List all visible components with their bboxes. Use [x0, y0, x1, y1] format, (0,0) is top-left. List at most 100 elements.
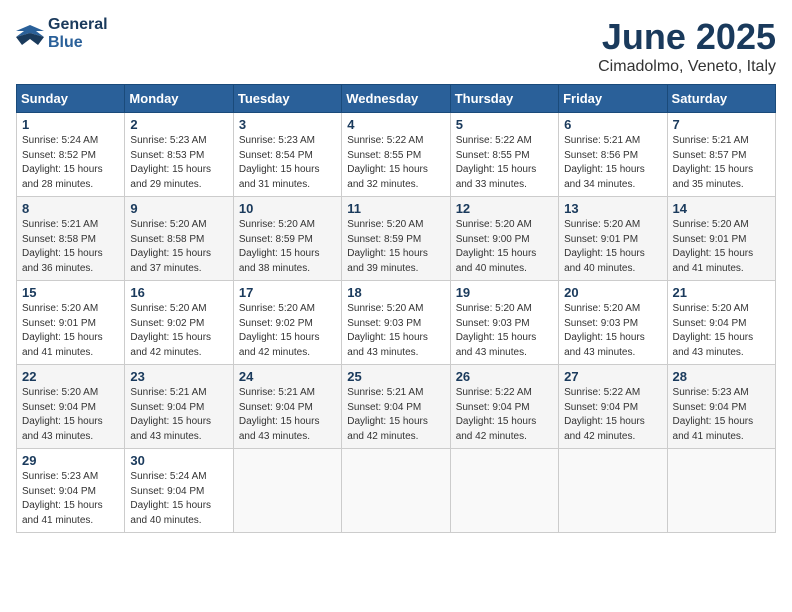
cell-info: Sunrise: 5:23 AMSunset: 9:04 PMDaylight:… [22, 470, 119, 528]
weekday-header-monday: Monday [125, 85, 233, 113]
sunrise-text: Sunrise: 5:22 AM [347, 135, 423, 146]
daylight-text2: and 41 minutes. [22, 515, 93, 526]
sunset-text: Sunset: 8:54 PM [239, 150, 313, 161]
cell-info: Sunrise: 5:21 AMSunset: 8:56 PMDaylight:… [564, 134, 661, 192]
daylight-text2: and 43 minutes. [22, 431, 93, 442]
daylight-text2: and 43 minutes. [130, 431, 201, 442]
day-number: 7 [673, 117, 770, 132]
calendar-header-row: SundayMondayTuesdayWednesdayThursdayFrid… [17, 85, 776, 113]
calendar-cell: 8Sunrise: 5:21 AMSunset: 8:58 PMDaylight… [17, 197, 125, 281]
daylight-text2: and 35 minutes. [673, 179, 744, 190]
daylight-text2: and 43 minutes. [564, 347, 635, 358]
day-number: 6 [564, 117, 661, 132]
calendar-cell: 18Sunrise: 5:20 AMSunset: 9:03 PMDayligh… [342, 281, 450, 365]
daylight-text2: and 31 minutes. [239, 179, 310, 190]
daylight-text: Daylight: 15 hours [239, 332, 320, 343]
sunset-text: Sunset: 9:01 PM [564, 234, 638, 245]
weekday-header-thursday: Thursday [450, 85, 558, 113]
logo-icon [16, 23, 44, 45]
cell-info: Sunrise: 5:20 AMSunset: 8:59 PMDaylight:… [347, 218, 444, 276]
sunrise-text: Sunrise: 5:22 AM [456, 387, 532, 398]
day-number: 9 [130, 201, 227, 216]
daylight-text: Daylight: 15 hours [673, 164, 754, 175]
page-header: General Blue June 2025 Cimadolmo, Veneto… [16, 16, 776, 76]
day-number: 22 [22, 369, 119, 384]
sunset-text: Sunset: 9:04 PM [22, 486, 96, 497]
daylight-text: Daylight: 15 hours [347, 248, 428, 259]
sunset-text: Sunset: 9:00 PM [456, 234, 530, 245]
daylight-text: Daylight: 15 hours [22, 248, 103, 259]
daylight-text2: and 36 minutes. [22, 263, 93, 274]
sunset-text: Sunset: 9:04 PM [130, 402, 204, 413]
sunset-text: Sunset: 8:58 PM [22, 234, 96, 245]
cell-info: Sunrise: 5:24 AMSunset: 8:52 PMDaylight:… [22, 134, 119, 192]
calendar-cell: 15Sunrise: 5:20 AMSunset: 9:01 PMDayligh… [17, 281, 125, 365]
day-number: 29 [22, 453, 119, 468]
daylight-text: Daylight: 15 hours [456, 332, 537, 343]
day-number: 19 [456, 285, 553, 300]
daylight-text2: and 42 minutes. [239, 347, 310, 358]
daylight-text: Daylight: 15 hours [130, 164, 211, 175]
sunset-text: Sunset: 8:59 PM [347, 234, 421, 245]
day-number: 2 [130, 117, 227, 132]
sunset-text: Sunset: 8:56 PM [564, 150, 638, 161]
day-number: 3 [239, 117, 336, 132]
calendar-cell [559, 449, 667, 533]
cell-info: Sunrise: 5:21 AMSunset: 9:04 PMDaylight:… [239, 386, 336, 444]
calendar-table: SundayMondayTuesdayWednesdayThursdayFrid… [16, 84, 776, 533]
day-number: 13 [564, 201, 661, 216]
cell-info: Sunrise: 5:22 AMSunset: 9:04 PMDaylight:… [456, 386, 553, 444]
sunset-text: Sunset: 9:04 PM [673, 402, 747, 413]
sunset-text: Sunset: 8:53 PM [130, 150, 204, 161]
calendar-cell: 23Sunrise: 5:21 AMSunset: 9:04 PMDayligh… [125, 365, 233, 449]
daylight-text: Daylight: 15 hours [22, 164, 103, 175]
calendar-cell: 22Sunrise: 5:20 AMSunset: 9:04 PMDayligh… [17, 365, 125, 449]
daylight-text2: and 33 minutes. [456, 179, 527, 190]
cell-info: Sunrise: 5:23 AMSunset: 8:54 PMDaylight:… [239, 134, 336, 192]
day-number: 17 [239, 285, 336, 300]
daylight-text2: and 39 minutes. [347, 263, 418, 274]
daylight-text2: and 37 minutes. [130, 263, 201, 274]
calendar-cell: 28Sunrise: 5:23 AMSunset: 9:04 PMDayligh… [667, 365, 775, 449]
calendar-cell: 14Sunrise: 5:20 AMSunset: 9:01 PMDayligh… [667, 197, 775, 281]
cell-info: Sunrise: 5:23 AMSunset: 9:04 PMDaylight:… [673, 386, 770, 444]
sunset-text: Sunset: 8:59 PM [239, 234, 313, 245]
daylight-text: Daylight: 15 hours [564, 248, 645, 259]
cell-info: Sunrise: 5:20 AMSunset: 9:00 PMDaylight:… [456, 218, 553, 276]
daylight-text2: and 38 minutes. [239, 263, 310, 274]
sunrise-text: Sunrise: 5:20 AM [239, 219, 315, 230]
daylight-text: Daylight: 15 hours [347, 332, 428, 343]
calendar-week-row: 1Sunrise: 5:24 AMSunset: 8:52 PMDaylight… [17, 113, 776, 197]
weekday-header-saturday: Saturday [667, 85, 775, 113]
daylight-text: Daylight: 15 hours [673, 332, 754, 343]
calendar-cell [342, 449, 450, 533]
title-block: June 2025 Cimadolmo, Veneto, Italy [598, 16, 776, 76]
sunrise-text: Sunrise: 5:20 AM [564, 303, 640, 314]
daylight-text2: and 41 minutes. [673, 263, 744, 274]
cell-info: Sunrise: 5:21 AMSunset: 9:04 PMDaylight:… [347, 386, 444, 444]
sunset-text: Sunset: 9:01 PM [673, 234, 747, 245]
sunrise-text: Sunrise: 5:20 AM [347, 303, 423, 314]
day-number: 23 [130, 369, 227, 384]
daylight-text: Daylight: 15 hours [456, 248, 537, 259]
sunrise-text: Sunrise: 5:22 AM [564, 387, 640, 398]
calendar-cell [233, 449, 341, 533]
sunrise-text: Sunrise: 5:23 AM [673, 387, 749, 398]
day-number: 5 [456, 117, 553, 132]
sunrise-text: Sunrise: 5:24 AM [22, 135, 98, 146]
calendar-cell: 21Sunrise: 5:20 AMSunset: 9:04 PMDayligh… [667, 281, 775, 365]
calendar-week-row: 29 Sunrise: 5:23 AMSunset: 9:04 PMDayligh… [17, 449, 776, 533]
logo-text: General Blue [48, 16, 108, 52]
sunrise-text: Sunrise: 5:21 AM [130, 387, 206, 398]
sunset-text: Sunset: 9:02 PM [239, 318, 313, 329]
cell-info: Sunrise: 5:20 AMSunset: 9:04 PMDaylight:… [673, 302, 770, 360]
sunset-text: Sunset: 9:03 PM [347, 318, 421, 329]
day-number: 26 [456, 369, 553, 384]
sunrise-text: Sunrise: 5:20 AM [239, 303, 315, 314]
calendar-cell: 11Sunrise: 5:20 AMSunset: 8:59 PMDayligh… [342, 197, 450, 281]
daylight-text: Daylight: 15 hours [239, 248, 320, 259]
calendar-week-row: 8Sunrise: 5:21 AMSunset: 8:58 PMDaylight… [17, 197, 776, 281]
day-number: 15 [22, 285, 119, 300]
sunset-text: Sunset: 9:04 PM [456, 402, 530, 413]
sunrise-text: Sunrise: 5:20 AM [564, 219, 640, 230]
